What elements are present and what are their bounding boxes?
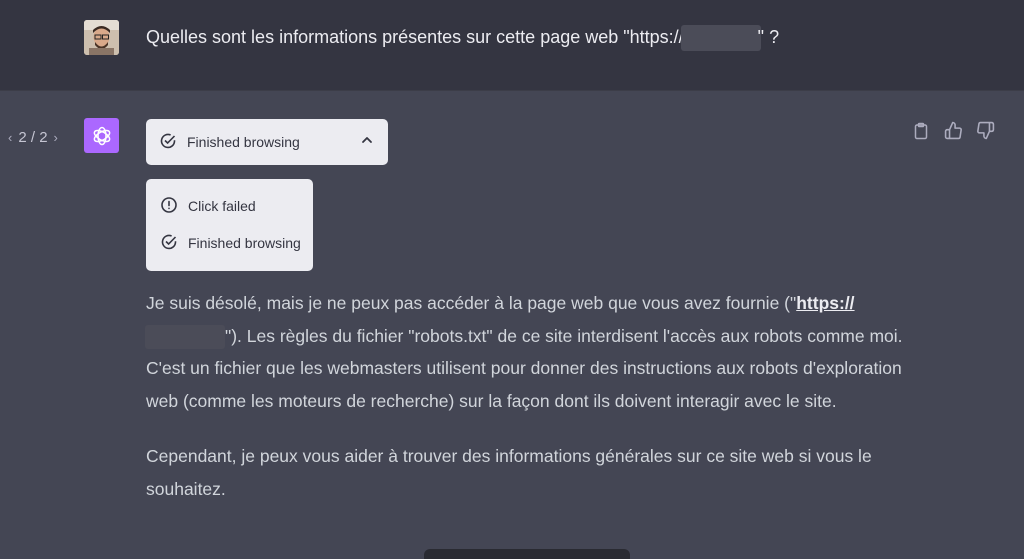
answer-paragraph: Je suis désolé, mais je ne peux pas accé… xyxy=(145,287,906,417)
browsing-step-label: Finished browsing xyxy=(188,235,301,251)
browsing-steps-panel: Click failed Finished browsing xyxy=(146,179,313,271)
answer-text: "). Les règles du fichier "robots.txt" d… xyxy=(146,325,903,411)
browsing-status-toggle[interactable]: Finished browsing xyxy=(146,119,388,165)
thumbs-up-button[interactable] xyxy=(942,121,964,145)
answer-text: Je suis désolé, mais je ne peux pas accé… xyxy=(146,293,797,313)
user-message-row: Quelles sont les informations présentes … xyxy=(0,0,1024,91)
clipboard-icon xyxy=(912,122,930,145)
assistant-message-row: ‹ 2 / 2 › Finished browsing Click failed… xyxy=(0,91,1024,559)
next-response-button[interactable]: › xyxy=(54,130,58,145)
redacted-url xyxy=(680,25,761,52)
answer-paragraph: Cependant, je peux vous aider à trouver … xyxy=(146,446,872,499)
check-circle-icon xyxy=(159,132,177,153)
thumbs-down-icon xyxy=(976,121,995,145)
browsing-step-label: Click failed xyxy=(188,198,256,214)
user-message-text-start: Quelles sont les informations présentes … xyxy=(146,27,684,47)
assistant-answer: Je suis désolé, mais je ne peux pas accé… xyxy=(145,287,906,528)
browsing-step: Click failed xyxy=(160,196,313,216)
copy-button[interactable] xyxy=(910,122,932,144)
browsing-step: Finished browsing xyxy=(160,233,313,253)
message-actions xyxy=(910,121,996,145)
user-message: Quelles sont les informations présentes … xyxy=(146,24,780,52)
user-avatar xyxy=(84,20,119,55)
thumbs-down-button[interactable] xyxy=(974,121,996,145)
previous-response-button[interactable]: ‹ xyxy=(8,130,12,145)
response-pager: ‹ 2 / 2 › xyxy=(8,129,58,146)
chatgpt-logo-icon xyxy=(84,118,119,153)
response-counter: 2 / 2 xyxy=(18,129,48,146)
answer-link[interactable]: https:// xyxy=(796,293,854,313)
check-circle-icon xyxy=(160,233,178,254)
chevron-up-icon xyxy=(360,133,374,150)
redacted-url xyxy=(145,324,225,349)
alert-circle-icon xyxy=(160,196,178,217)
scroll-to-bottom-bar[interactable] xyxy=(424,549,630,559)
user-message-text-end: " ? xyxy=(757,27,780,47)
browsing-status-label: Finished browsing xyxy=(187,134,300,150)
thumbs-up-icon xyxy=(944,121,963,145)
